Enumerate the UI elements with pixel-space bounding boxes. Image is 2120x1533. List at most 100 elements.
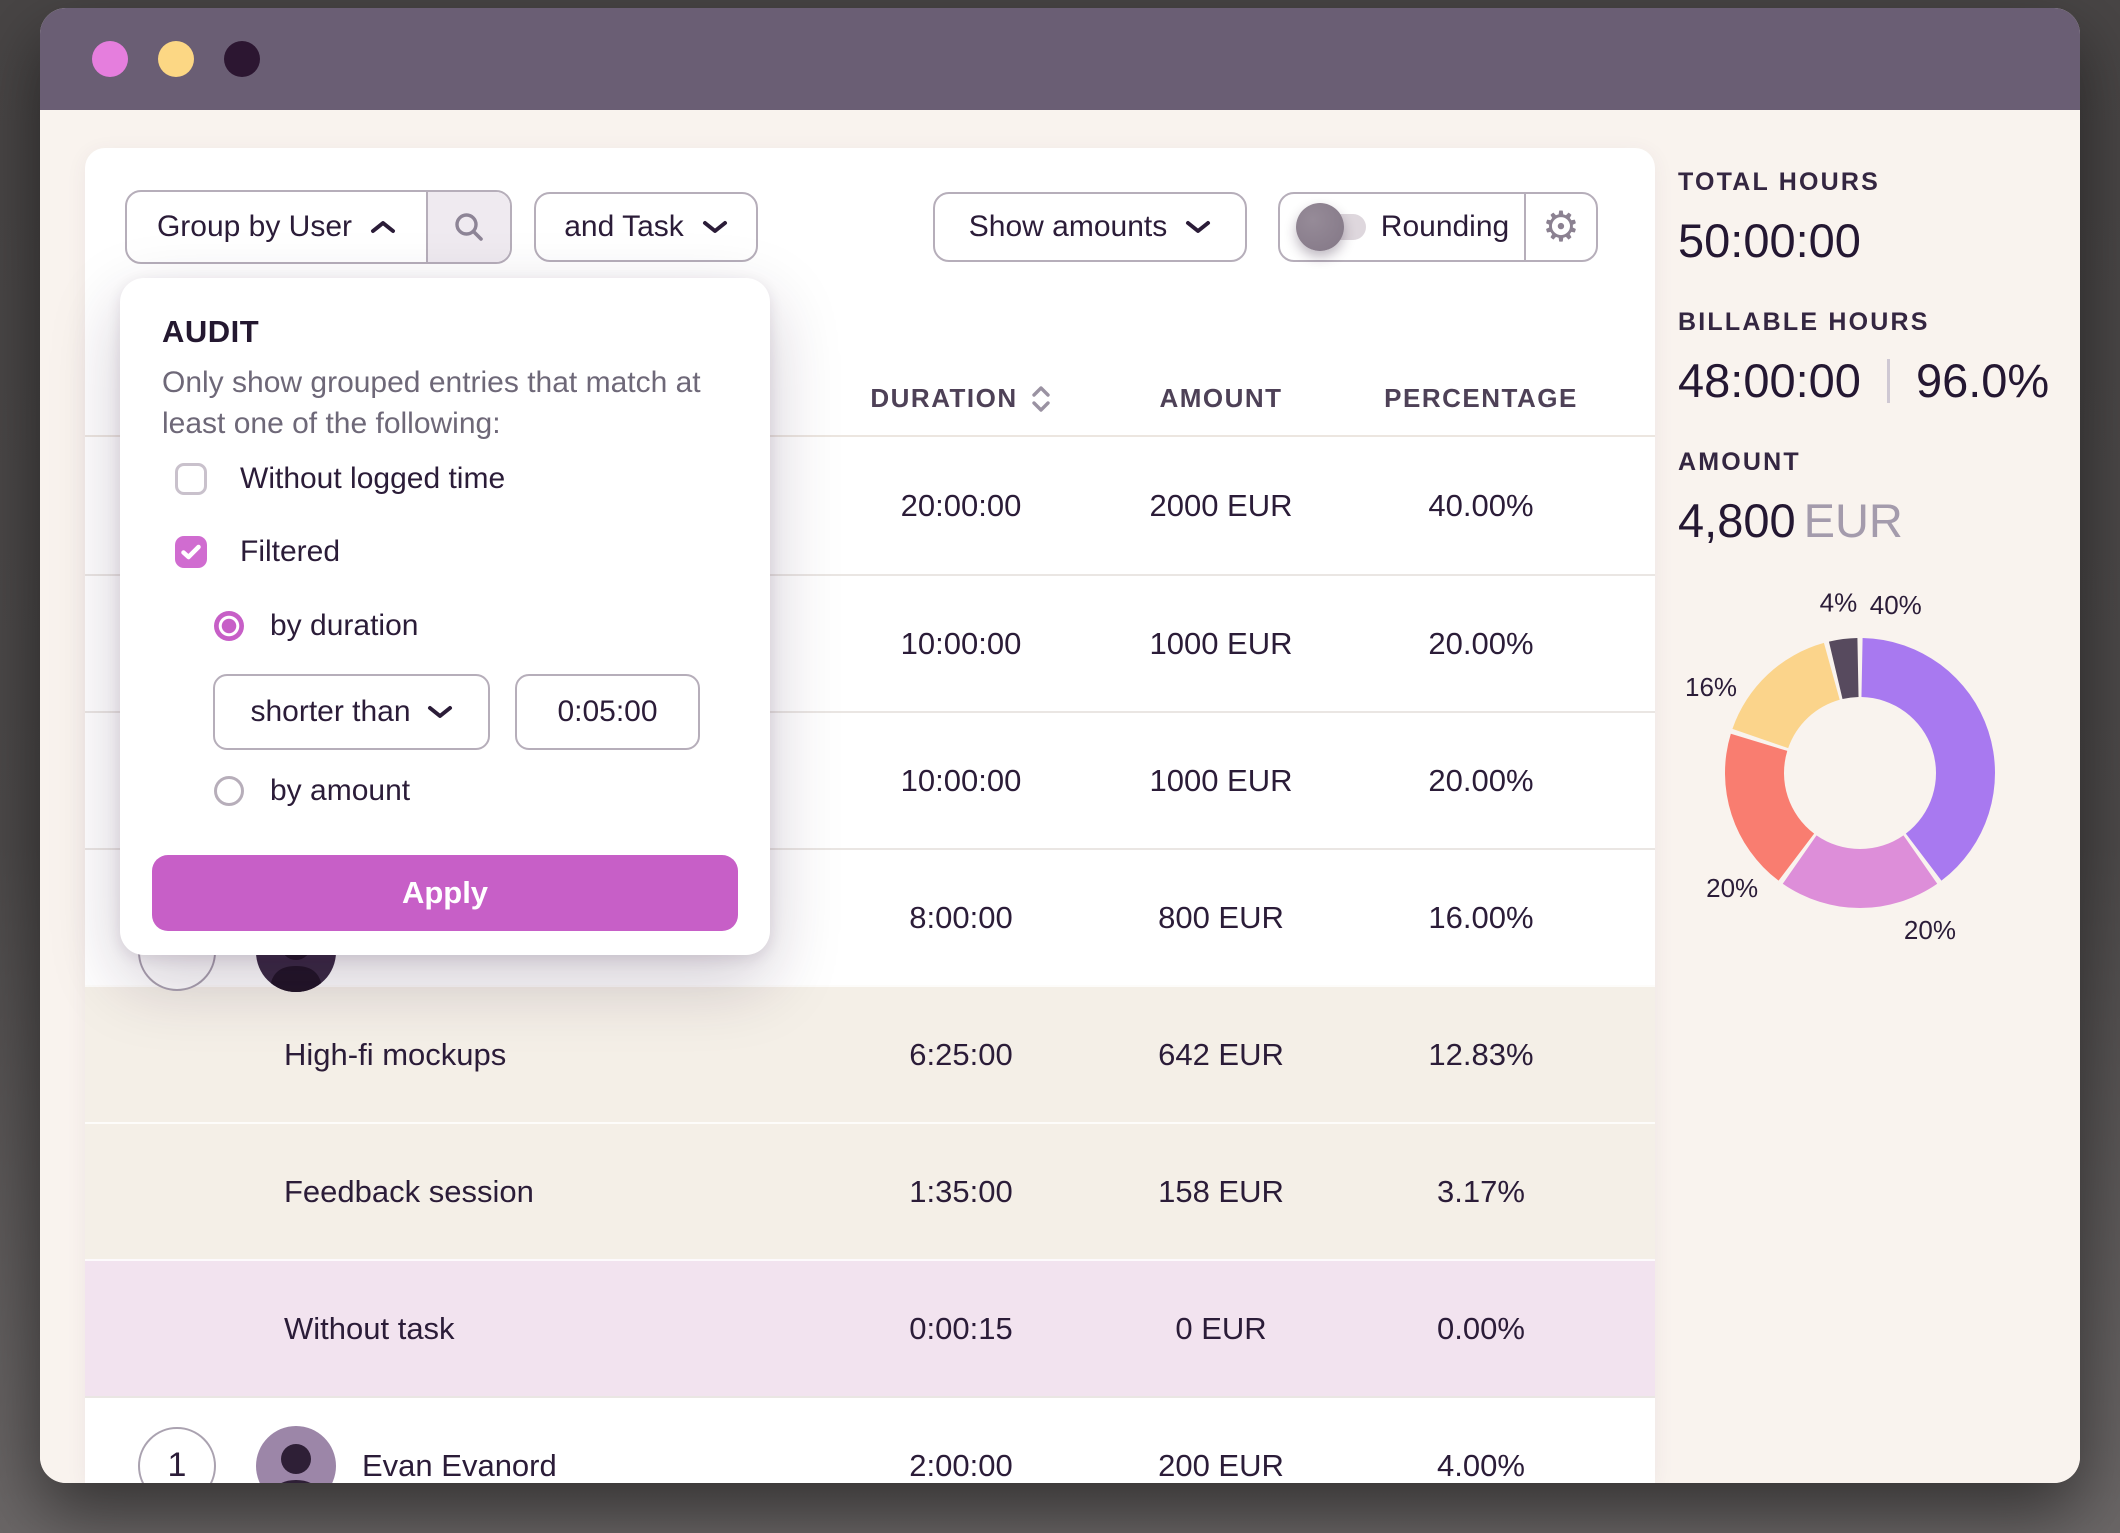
summary-stats: TOTAL HOURS 50:00:00 BILLABLE HOURS 48:0… [1678, 168, 2049, 588]
row-name: Evan Evanord [362, 1448, 557, 1484]
cell-percentage: 0.00% [1351, 1311, 1611, 1347]
amount-currency: EUR [1804, 494, 1903, 547]
amount-block: AMOUNT 4,800EUR [1678, 448, 2049, 548]
row-name-cell: 1 Evan Evanord [85, 1398, 831, 1483]
rounding-toggle[interactable] [1302, 214, 1366, 240]
show-amounts-dropdown[interactable]: Show amounts [933, 192, 1247, 262]
option-label: Without logged time [240, 462, 505, 496]
cell-duration: 2:00:00 [831, 1448, 1091, 1484]
option-by-duration[interactable]: by duration [120, 609, 770, 643]
chevron-up-icon [370, 219, 396, 235]
row-name: Feedback session [284, 1174, 534, 1210]
cell-percentage: 20.00% [1351, 763, 1611, 799]
check-icon [181, 544, 201, 560]
slice-label: 4% [1820, 587, 1858, 617]
slice-20a[interactable] [1783, 835, 1937, 908]
cell-duration: 10:00:00 [831, 626, 1091, 662]
audit-popover: AUDIT Only show grouped entries that mat… [120, 278, 770, 955]
group-by-control: Group by User [125, 190, 512, 264]
option-label: by duration [270, 609, 418, 643]
billable-percent-value: 96.0% [1916, 353, 2049, 408]
avatar [256, 1426, 336, 1484]
amount-label: AMOUNT [1678, 448, 2049, 477]
cell-amount: 642 EUR [1091, 1037, 1351, 1073]
table-row[interactable]: Without task 0:00:15 0 EUR 0.00% [85, 1259, 1655, 1396]
cell-percentage: 4.00% [1351, 1448, 1611, 1484]
slice-16[interactable] [1732, 643, 1839, 748]
row-name: Without task [284, 1311, 455, 1347]
slice-label: 40% [1870, 590, 1922, 620]
cell-amount: 200 EUR [1091, 1448, 1351, 1484]
traffic-light-pink[interactable] [92, 41, 128, 77]
chevron-down-icon [702, 219, 728, 235]
search-icon [452, 210, 486, 244]
slice-label: 20% [1904, 915, 1956, 945]
apply-button[interactable]: Apply [152, 855, 738, 931]
billable-hours-value: 48:00:00 [1678, 353, 1861, 408]
total-hours-value: 50:00:00 [1678, 213, 2049, 268]
rounding-label: Rounding [1366, 210, 1524, 244]
table-row[interactable]: High-fi mockups 6:25:00 642 EUR 12.83% [85, 985, 1655, 1122]
rounding-settings-button[interactable]: ⚙ [1524, 194, 1596, 260]
search-button[interactable] [426, 192, 510, 262]
group-by-label: Group by User [157, 210, 352, 244]
cell-amount: 800 EUR [1091, 900, 1351, 936]
radio-selected[interactable] [214, 611, 244, 641]
app-window: Group by User and Task Show amounts [40, 8, 2080, 1483]
audit-title: AUDIT [162, 314, 259, 350]
total-hours-block: TOTAL HOURS 50:00:00 [1678, 168, 2049, 268]
row-name-cell: High-fi mockups [85, 987, 831, 1122]
cell-duration: 0:00:15 [831, 1311, 1091, 1347]
cell-duration: 10:00:00 [831, 763, 1091, 799]
cell-amount: 1000 EUR [1091, 626, 1351, 662]
cell-percentage: 40.00% [1351, 488, 1611, 524]
chevron-down-icon [427, 704, 453, 720]
group-by-dropdown[interactable]: Group by User [127, 192, 426, 262]
cell-duration: 1:35:00 [831, 1174, 1091, 1210]
row-name: High-fi mockups [284, 1037, 506, 1073]
donut-chart: 40%20%20%16%4% [1660, 568, 2060, 968]
cell-percentage: 20.00% [1351, 626, 1611, 662]
cell-amount: 158 EUR [1091, 1174, 1351, 1210]
duration-threshold-input[interactable] [515, 674, 700, 750]
chevron-down-icon [1185, 219, 1211, 235]
total-hours-label: TOTAL HOURS [1678, 168, 2049, 197]
divider [1887, 359, 1890, 403]
checkbox-unchecked[interactable] [175, 463, 207, 495]
show-amounts-label: Show amounts [969, 210, 1167, 244]
amount-value: 4,800 [1678, 494, 1796, 547]
traffic-light-dark[interactable] [224, 41, 260, 77]
rounding-control: Rounding ⚙ [1278, 192, 1598, 262]
audit-description: Only show grouped entries that match at … [162, 362, 722, 444]
cell-percentage: 3.17% [1351, 1174, 1611, 1210]
column-header-amount[interactable]: AMOUNT [1091, 383, 1351, 414]
option-by-amount[interactable]: by amount [120, 774, 770, 808]
and-task-dropdown[interactable]: and Task [534, 192, 758, 262]
row-name-cell: Without task [85, 1261, 831, 1396]
cell-amount: 1000 EUR [1091, 763, 1351, 799]
table-row[interactable]: Feedback session 1:35:00 158 EUR 3.17% [85, 1122, 1655, 1259]
column-header-duration[interactable]: DURATION [831, 383, 1091, 414]
comparator-select[interactable]: shorter than [213, 674, 490, 750]
cell-duration: 20:00:00 [831, 488, 1091, 524]
option-without-logged-time[interactable]: Without logged time [120, 462, 770, 496]
traffic-light-yellow[interactable] [158, 41, 194, 77]
option-label: Filtered [240, 535, 340, 569]
column-header-percentage[interactable]: PERCENTAGE [1351, 383, 1611, 414]
table-row[interactable]: 1 Evan Evanord 2:00:00 200 EUR 4.00% [85, 1396, 1655, 1483]
slice-label: 20% [1706, 873, 1758, 903]
slice-40[interactable] [1861, 638, 1995, 881]
toggle-knob[interactable] [1296, 203, 1344, 251]
row-number-badge: 1 [138, 1427, 216, 1484]
cell-duration: 8:00:00 [831, 900, 1091, 936]
window-body: Group by User and Task Show amounts [40, 110, 2080, 1483]
radio-unselected[interactable] [214, 776, 244, 806]
comparator-value: shorter than [250, 695, 410, 729]
option-label: by amount [270, 774, 410, 808]
option-filtered[interactable]: Filtered [120, 535, 770, 569]
sort-icon[interactable] [1030, 384, 1052, 414]
checkbox-checked[interactable] [175, 536, 207, 568]
window-titlebar [40, 8, 2080, 110]
cell-amount: 2000 EUR [1091, 488, 1351, 524]
and-task-label: and Task [564, 210, 684, 244]
